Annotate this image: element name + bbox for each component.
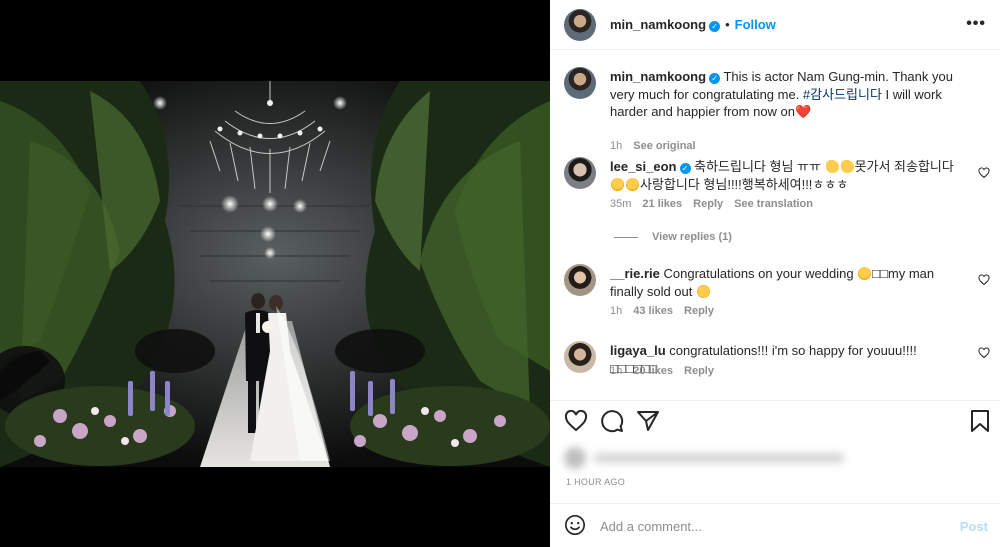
- caption-avatar[interactable]: [564, 67, 596, 99]
- comment-body-1: Congratulations on your wedding: [659, 266, 858, 281]
- caption-time[interactable]: 1h: [610, 140, 622, 152]
- grinning-sweat-emoji-icon: [697, 284, 710, 298]
- comment-meta: 35m 21 likes Reply See translation: [610, 198, 824, 210]
- caption-text: min_namkoong ✓ This is actor Nam Gung-min…: [610, 68, 965, 121]
- comment-time[interactable]: 1h: [610, 365, 622, 377]
- verified-badge-icon: ✓: [679, 163, 691, 174]
- comment-body-3: 사랑합니다 형님!!!!행복하세여!!!ㅎㅎㅎ: [640, 176, 849, 192]
- reply-button[interactable]: Reply: [684, 365, 714, 377]
- liked-by-text-blurred: [594, 453, 844, 463]
- reply-button[interactable]: Reply: [684, 305, 714, 317]
- heart-icon[interactable]: [564, 409, 588, 433]
- commenter-avatar[interactable]: [564, 341, 596, 373]
- view-replies-button[interactable]: View replies (1): [614, 231, 732, 243]
- star-struck-emoji-icon: [611, 177, 624, 191]
- wedding-photo[interactable]: [0, 81, 550, 467]
- comment-time[interactable]: 1h: [610, 305, 622, 317]
- replies-line: [614, 236, 638, 238]
- caption-hashtag[interactable]: #감사드립니다: [803, 87, 882, 102]
- emoji-icon[interactable]: [564, 514, 586, 536]
- post-comment-button[interactable]: Post: [960, 519, 988, 534]
- star-struck-emoji-icon: [626, 177, 639, 191]
- comment-likes[interactable]: 43 likes: [633, 305, 673, 317]
- comment-like-heart-icon[interactable]: [978, 347, 990, 359]
- commenter-avatar[interactable]: [564, 157, 596, 189]
- comment-username[interactable]: lee_si_eon: [610, 159, 677, 174]
- red-heart-emoji-icon: ❤️: [795, 104, 812, 119]
- see-translation-button[interactable]: See translation: [734, 198, 813, 210]
- add-comment-bar: Post: [550, 503, 1000, 547]
- follow-button[interactable]: Follow: [735, 17, 776, 32]
- comment-time[interactable]: 35m: [610, 198, 631, 210]
- post-side-panel: min_namkoong ✓ • Follow ••• min_namkoong ✓ T…: [550, 0, 1000, 547]
- author-avatar[interactable]: [564, 9, 596, 41]
- comment-username[interactable]: ligaya_lu: [610, 343, 666, 358]
- clapping-emoji-icon: [825, 160, 839, 173]
- caption-username[interactable]: min_namkoong: [610, 69, 706, 84]
- more-horizontal-icon[interactable]: •••: [966, 15, 986, 33]
- paper-plane-icon[interactable]: [636, 409, 660, 433]
- commenter-avatar[interactable]: [564, 264, 596, 296]
- bookmark-icon[interactable]: [968, 409, 992, 433]
- post-header: min_namkoong ✓ • Follow •••: [550, 0, 1000, 50]
- comment-text: lee_si_eon ✓ 축하드립니다 형님 ㅠㅠ 못가서 죄송합니다 사랑합니다…: [610, 158, 965, 193]
- comment-body-1: 축하드립니다 형님 ㅠㅠ: [690, 159, 825, 174]
- post-media-area: [0, 0, 550, 547]
- liked-by-avatar: [564, 447, 586, 469]
- comment-like-heart-icon[interactable]: [978, 274, 990, 286]
- comment-body-2: 못가서 죄송합니다: [854, 159, 954, 174]
- verified-badge-icon: ✓: [709, 73, 721, 84]
- post-actions: 1 HOUR AGO: [550, 400, 1000, 500]
- instagram-post-viewer: min_namkoong ✓ • Follow ••• min_namkoong ✓ T…: [0, 0, 1000, 547]
- comment-meta: 1h 20 likes Reply: [610, 365, 725, 377]
- add-comment-input[interactable]: [600, 515, 930, 537]
- clapping-emoji-icon: [840, 160, 854, 173]
- post-time-ago[interactable]: 1 HOUR AGO: [566, 477, 625, 487]
- caption-meta: 1h See original: [610, 140, 707, 152]
- comment-like-heart-icon[interactable]: [978, 167, 990, 179]
- header-author-line: min_namkoong ✓ • Follow: [610, 16, 776, 34]
- see-original-button[interactable]: See original: [633, 140, 695, 152]
- view-replies-label: View replies (1): [652, 231, 732, 243]
- reply-button[interactable]: Reply: [693, 198, 723, 210]
- author-username[interactable]: min_namkoong: [610, 17, 706, 32]
- comment-username[interactable]: __rie.rie: [610, 266, 660, 281]
- comments-section[interactable]: min_namkoong ✓ This is actor Nam Gung-min…: [550, 51, 1000, 400]
- liked-by-blurred: [564, 445, 844, 471]
- comment-meta: 1h 43 likes Reply: [610, 305, 725, 317]
- comment-icon[interactable]: [600, 409, 624, 433]
- wedding-photo-illustration: [0, 81, 550, 467]
- comment-likes[interactable]: 20 likes: [633, 365, 673, 377]
- star-struck-emoji-icon: [858, 267, 872, 280]
- separator-dot: •: [725, 17, 730, 32]
- comment-text: __rie.rie Congratulations on your weddin…: [610, 265, 965, 300]
- comment-likes[interactable]: 21 likes: [642, 198, 682, 210]
- verified-badge-icon: ✓: [709, 21, 721, 32]
